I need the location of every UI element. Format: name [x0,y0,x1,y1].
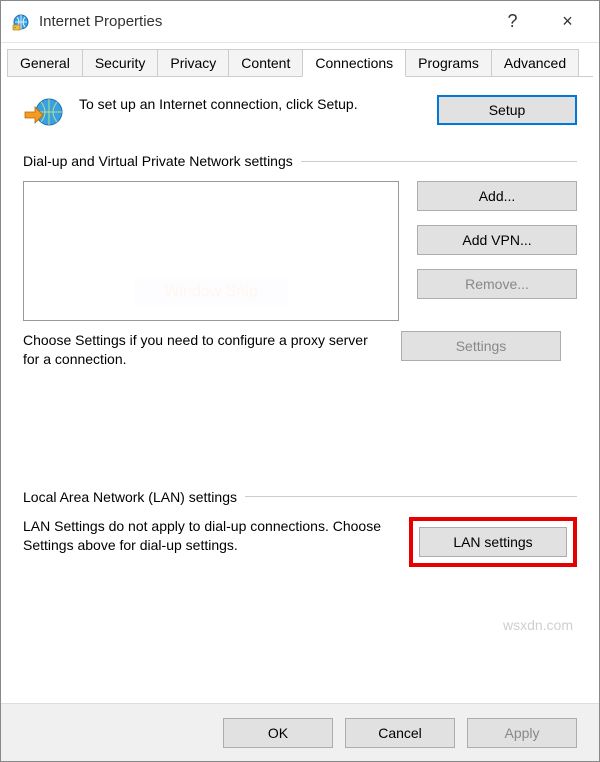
lan-group-label: Local Area Network (LAN) settings [23,489,577,505]
dialup-note: Choose Settings if you need to configure… [23,331,383,369]
lan-description: LAN Settings do not apply to dial-up con… [23,517,391,555]
divider [301,161,577,162]
tab-security[interactable]: Security [82,49,159,77]
help-button[interactable]: ? [485,2,540,42]
divider [245,496,577,497]
lan-settings-button[interactable]: LAN settings [419,527,567,557]
window-title: Internet Properties [39,13,485,30]
setup-button[interactable]: Setup [437,95,577,125]
tab-privacy[interactable]: Privacy [157,49,229,77]
add-button[interactable]: Add... [417,181,577,211]
tab-panel-connections: To set up an Internet connection, click … [1,77,599,703]
close-button[interactable]: × [540,2,595,42]
setup-description: To set up an Internet connection, click … [79,95,423,114]
internet-properties-dialog: Internet Properties ? × General Security… [0,0,600,762]
lan-highlight-box: LAN settings [409,517,577,567]
remove-button: Remove... [417,269,577,299]
apply-button: Apply [467,718,577,748]
globe-arrow-icon [23,95,65,131]
dialup-settings-button: Settings [401,331,561,361]
dialup-legend-text: Dial-up and Virtual Private Network sett… [23,153,293,169]
dialup-group-label: Dial-up and Virtual Private Network sett… [23,153,577,169]
dialog-footer: OK Cancel Apply [1,703,599,761]
site-watermark: wsxdn.com [503,617,573,633]
internet-options-icon [11,12,31,32]
lan-legend-text: Local Area Network (LAN) settings [23,489,237,505]
tab-general[interactable]: General [7,49,83,77]
tab-programs[interactable]: Programs [405,49,492,77]
tabstrip: General Security Privacy Content Connect… [1,43,599,77]
ok-button[interactable]: OK [223,718,333,748]
tab-content[interactable]: Content [228,49,303,77]
titlebar: Internet Properties ? × [1,1,599,43]
snip-watermark: Window Snip [134,279,287,305]
cancel-button[interactable]: Cancel [345,718,455,748]
dialup-connections-listbox[interactable]: Window Snip [23,181,399,321]
tab-connections[interactable]: Connections [302,49,406,77]
tab-advanced[interactable]: Advanced [491,49,579,77]
add-vpn-button[interactable]: Add VPN... [417,225,577,255]
